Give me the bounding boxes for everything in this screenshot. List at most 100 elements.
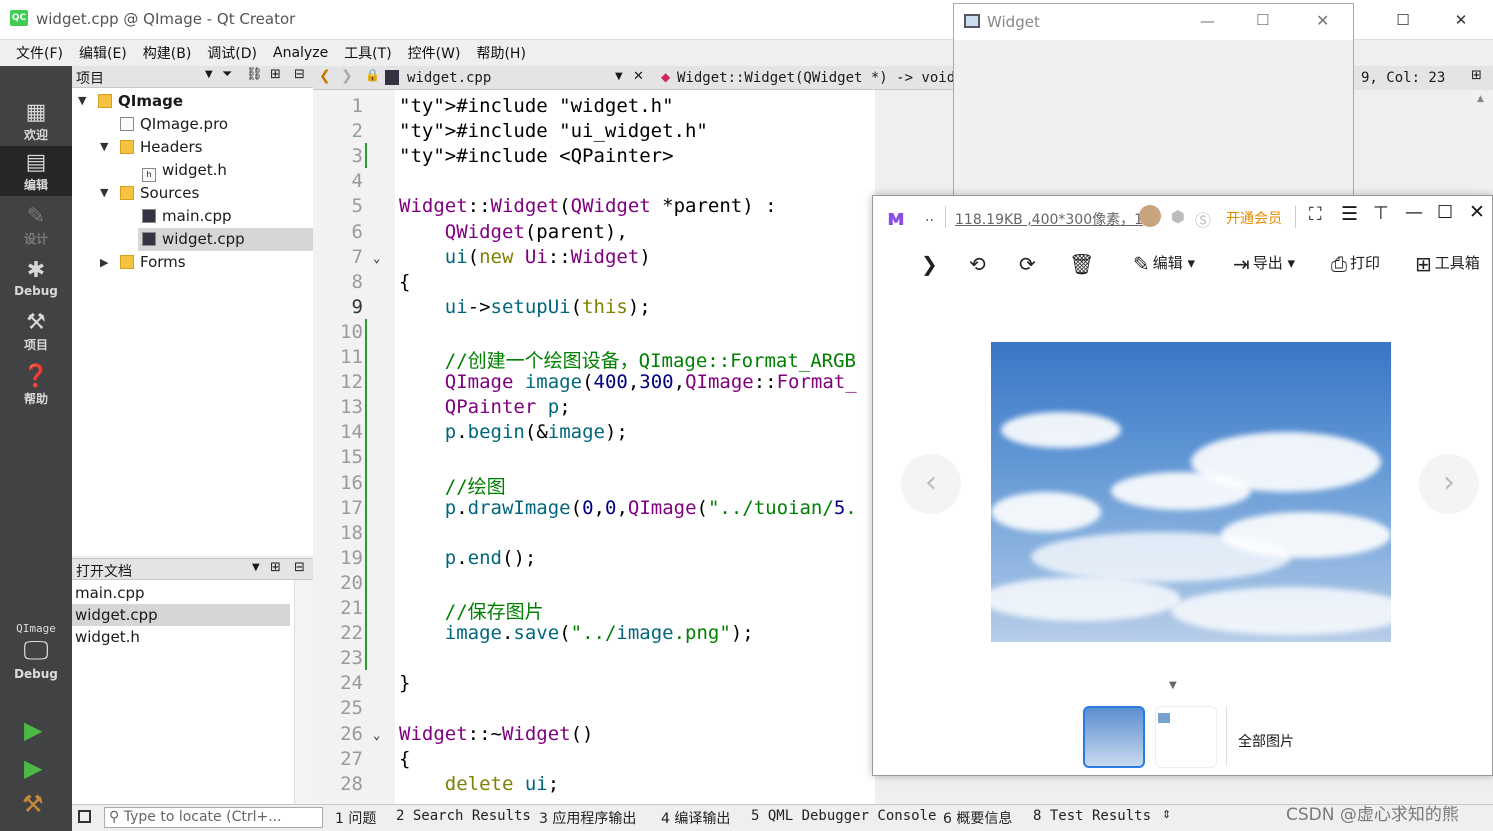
collapsed-arrow-icon[interactable]: ▶ [100,256,108,269]
output-tab-issues[interactable]: 1 问题 [335,808,376,828]
toolbox-button[interactable]: ⊞ 工具箱 [1415,252,1480,276]
output-tab-search[interactable]: 2 Search Results [396,808,531,824]
fullscreen-icon[interactable]: ⛶ [1309,204,1322,225]
chevron-down-icon[interactable]: ▼ [615,71,623,82]
expand-arrow-icon[interactable]: ▼ [78,94,86,107]
back-icon[interactable]: ❮ [319,68,331,84]
menu-analyze[interactable]: Analyze [265,45,336,61]
thumbnail-sky[interactable] [1083,706,1145,768]
mode-projects[interactable]: ⚒ 项目 [0,306,72,356]
menu-build[interactable]: 构建(B) [135,43,200,63]
mode-welcome[interactable]: ▦ 欢迎 [0,96,72,146]
mode-debug[interactable]: ✱ Debug [0,254,72,304]
delete-icon[interactable]: 🗑 [1069,252,1097,276]
close-icon[interactable]: ✕ [1316,11,1329,30]
forward-icon[interactable]: ❯ [341,68,353,84]
mode-help[interactable]: ❓ 帮助 [0,360,72,410]
tree-item-widget-cpp[interactable]: widget.cpp [138,228,313,251]
minimize-icon[interactable]: — [1405,202,1423,223]
updown-icon[interactable]: ⇕ [1162,808,1171,821]
menu-edit[interactable]: 编辑(E) [71,43,135,63]
locator-placeholder: Type to locate (Ctrl+... [123,809,282,825]
tree-label: Forms [140,253,186,271]
editor-toolbar-right: 9, Col: 23 ⊞ [1353,66,1493,90]
close-icon[interactable]: ✕ [1469,201,1485,223]
scrollbar[interactable] [294,580,313,804]
close-panel-icon[interactable]: ⊟ [294,67,305,82]
tree-item-main-cpp[interactable]: main.cpp [142,205,232,228]
open-doc-item[interactable]: main.cpp [72,582,290,604]
mode-design[interactable]: ✎ 设计 [0,200,72,250]
avatar[interactable] [1139,205,1161,227]
maximize-icon[interactable]: ☐ [1388,8,1418,32]
next-image-button[interactable]: › [1419,454,1479,514]
code-line: p.drawImage(0,0,QImage("../tuoian/5. [444,496,857,519]
maximize-icon[interactable]: ☐ [1437,202,1453,223]
open-doc-item[interactable]: widget.cpp [72,604,290,626]
symbol-selector[interactable]: Widget::Widget(QWidget *) -> void [677,70,955,86]
line-number: 10 [340,320,363,343]
file-tab[interactable]: widget.cpp [407,70,491,86]
monitor-icon: 🖵 [23,636,49,666]
tree-item-widget-h[interactable]: h widget.h [142,159,227,182]
code-editor[interactable]: "ty">#include "widget.h" "ty">#include "u… [395,90,875,804]
mode-edit[interactable]: ▤ 编辑 [0,146,72,196]
scroll-up-icon[interactable]: ▲ [1477,94,1484,104]
locator-input[interactable]: ⚲ Type to locate (Ctrl+... [104,807,323,828]
menu-file[interactable]: 文件(F) [8,43,71,63]
output-tab-app-output[interactable]: 3 应用程序输出 [539,808,636,828]
close-icon[interactable]: ✕ [1446,8,1476,32]
run-icon[interactable]: ▶ [24,716,42,744]
open-doc-item[interactable]: widget.h [72,626,290,648]
tree-item-sources[interactable]: Sources [120,182,199,205]
expand-arrow-icon[interactable]: ▼ [100,140,108,153]
vip-link[interactable]: 开通会员 [1226,208,1282,228]
output-tab-tests[interactable]: 8 Test Results [1033,808,1151,824]
expand-arrow-icon[interactable]: ▼ [100,186,108,199]
debug-run-icon[interactable]: ▶ [24,754,42,782]
split-icon[interactable]: ⊞ [270,560,281,575]
export-button[interactable]: ⇥ 导出 ▾ [1233,252,1295,276]
close-file-icon[interactable]: ✕ [633,69,644,84]
menu-icon[interactable]: ☰ [1341,203,1358,225]
tree-item-forms[interactable]: Forms [120,251,186,274]
thumbnail-widget[interactable] [1155,706,1217,768]
close-panel-icon[interactable]: ⊟ [294,560,305,575]
pin-icon[interactable]: ⊤ [1373,203,1389,224]
rotate-right-icon[interactable]: ⟳ [1019,252,1039,276]
fold-arrow-icon[interactable]: ⌄ [373,728,380,742]
previous-image-button[interactable]: ‹ [901,454,961,514]
editor-scrollbar[interactable]: ▲ [1472,90,1493,200]
menu-tools[interactable]: 工具(T) [336,43,399,63]
rotate-left-icon[interactable]: ⟲ [969,252,989,276]
edit-button[interactable]: ✎ 编辑 ▾ [1133,252,1195,276]
output-tab-compile[interactable]: 4 编译输出 [661,808,730,828]
image-info: 118.19KB ,400*300像素，1 [955,212,1144,228]
split-icon[interactable]: ⊞ [270,67,281,82]
menu-widgets[interactable]: 控件(W) [400,43,469,63]
chevron-down-icon[interactable]: ▼ [252,562,260,573]
divider [945,206,946,228]
tree-item-headers[interactable]: Headers [120,136,202,159]
output-tab-qml[interactable]: 5 QML Debugger Console [751,808,936,824]
line-number: 21 [340,597,363,619]
next-icon[interactable]: ❯ [921,252,941,276]
tree-item-pro[interactable]: QImage.pro [120,113,228,136]
build-hammer-icon[interactable]: ⚒ [22,790,44,818]
print-button[interactable]: ⎙ 打印 [1331,252,1380,276]
tree-item-qimage[interactable]: QImage [98,90,183,113]
maximize-icon[interactable]: ☐ [1256,11,1269,29]
line-number: 17 [340,496,363,519]
filter-icon[interactable]: ⏷ [222,67,232,82]
split-icon[interactable]: ⊞ [1471,68,1482,83]
link-icon[interactable]: ⛓ [246,67,263,82]
minimize-icon[interactable]: — [1200,12,1215,30]
collapse-strip-icon[interactable]: ▼ [1169,680,1177,691]
all-images-link[interactable]: 全部图片 [1238,731,1294,751]
toggle-sidebar-icon[interactable] [78,810,91,823]
fold-arrow-icon[interactable]: ⌄ [373,251,380,265]
menu-debug[interactable]: 调试(D) [199,43,265,63]
output-tab-general[interactable]: 6 概要信息 [943,808,1012,828]
chevron-down-icon[interactable]: ▼ [205,69,213,80]
menu-help[interactable]: 帮助(H) [468,43,533,63]
